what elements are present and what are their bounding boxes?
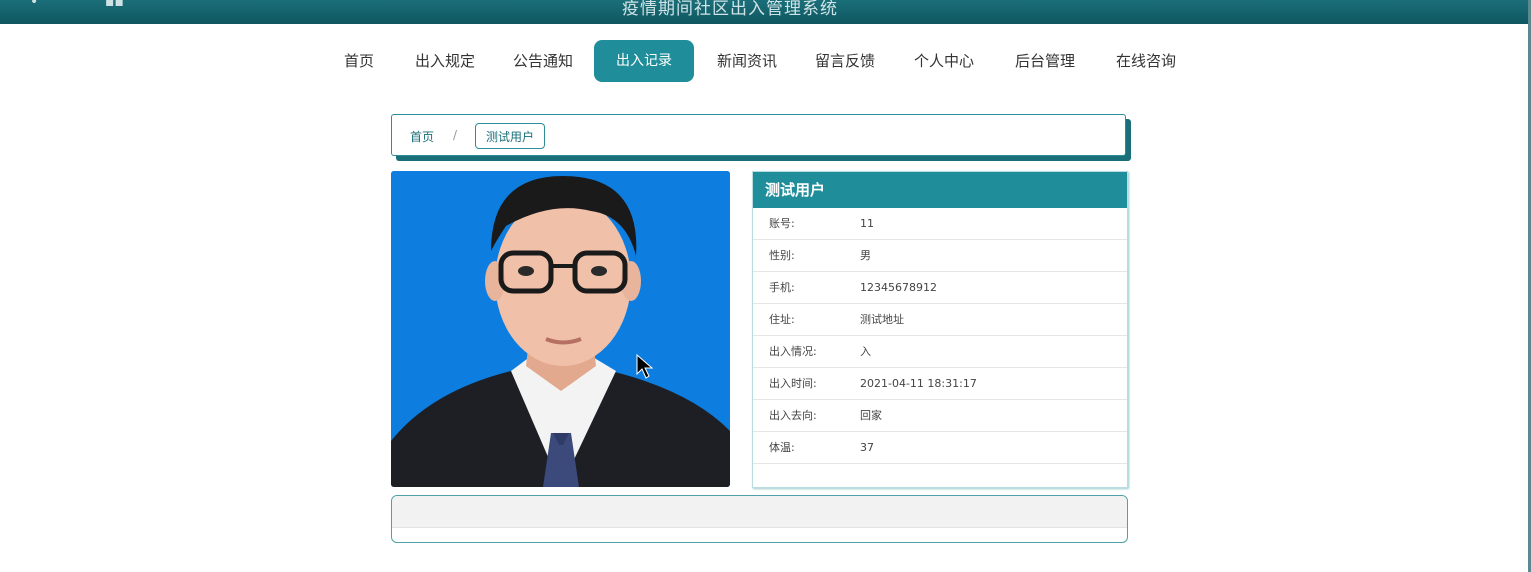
- info-label: 出入情况:: [769, 345, 817, 358]
- detail-panel-header: [392, 496, 1127, 528]
- nav-profile[interactable]: 个人中心: [907, 40, 981, 82]
- info-value: 男: [860, 249, 871, 262]
- nav-notices[interactable]: 公告通知: [506, 40, 580, 82]
- user-portrait-image: [391, 171, 730, 487]
- info-value: 2021-04-11 18:31:17: [860, 377, 977, 390]
- nav-news[interactable]: 新闻资讯: [710, 40, 784, 82]
- nav-consult[interactable]: 在线咨询: [1109, 40, 1183, 82]
- info-label: 账号:: [769, 217, 795, 230]
- nav-feedback[interactable]: 留言反馈: [808, 40, 882, 82]
- info-value: 12345678912: [860, 281, 937, 294]
- main-nav: 首页 出入规定 公告通知 出入记录 新闻资讯 留言反馈 个人中心 后台管理 在线…: [0, 40, 1531, 82]
- info-row-status: 出入情况: 入: [753, 336, 1127, 368]
- info-label: 出入时间:: [769, 377, 817, 390]
- breadcrumb-current: 测试用户: [475, 123, 546, 149]
- info-value: 37: [860, 441, 874, 454]
- info-label: 出入去向:: [769, 409, 817, 422]
- info-label: 体温:: [769, 441, 795, 454]
- user-photo: [391, 171, 730, 487]
- nav-admin[interactable]: 后台管理: [1008, 40, 1082, 82]
- info-row-temperature: 体温: 37: [753, 432, 1127, 464]
- nav-home[interactable]: 首页: [337, 40, 381, 82]
- nav-rules[interactable]: 出入规定: [408, 40, 482, 82]
- info-label: 住址:: [769, 313, 795, 326]
- info-row-gender: 性别: 男: [753, 240, 1127, 272]
- info-value: 回家: [860, 409, 882, 422]
- info-row-address: 住址: 测试地址: [753, 304, 1127, 336]
- breadcrumb: 首页 / 测试用户: [391, 114, 1126, 156]
- user-info-card: 测试用户 账号: 11 性别: 男 手机: 12345678912 住址: 测试…: [752, 171, 1128, 488]
- breadcrumb-home-link[interactable]: 首页: [410, 128, 434, 145]
- info-label: 手机:: [769, 281, 795, 294]
- detail-panel: [391, 495, 1128, 543]
- info-row-time: 出入时间: 2021-04-11 18:31:17: [753, 368, 1127, 400]
- site-title: 疫情期间社区出入管理系统: [622, 0, 838, 19]
- info-value: 入: [860, 345, 871, 358]
- info-value: 11: [860, 217, 874, 230]
- info-row-phone: 手机: 12345678912: [753, 272, 1127, 304]
- user-name-heading: 测试用户: [753, 172, 1127, 208]
- breadcrumb-separator: /: [453, 128, 458, 142]
- top-header: • ▪▪ 疫情期间社区出入管理系统: [0, 0, 1531, 24]
- info-row-destination: 出入去向: 回家: [753, 400, 1127, 432]
- nav-records[interactable]: 出入记录: [594, 40, 694, 82]
- info-label: 性别:: [769, 249, 795, 262]
- info-row-account: 账号: 11: [753, 208, 1127, 240]
- info-value: 测试地址: [860, 313, 904, 326]
